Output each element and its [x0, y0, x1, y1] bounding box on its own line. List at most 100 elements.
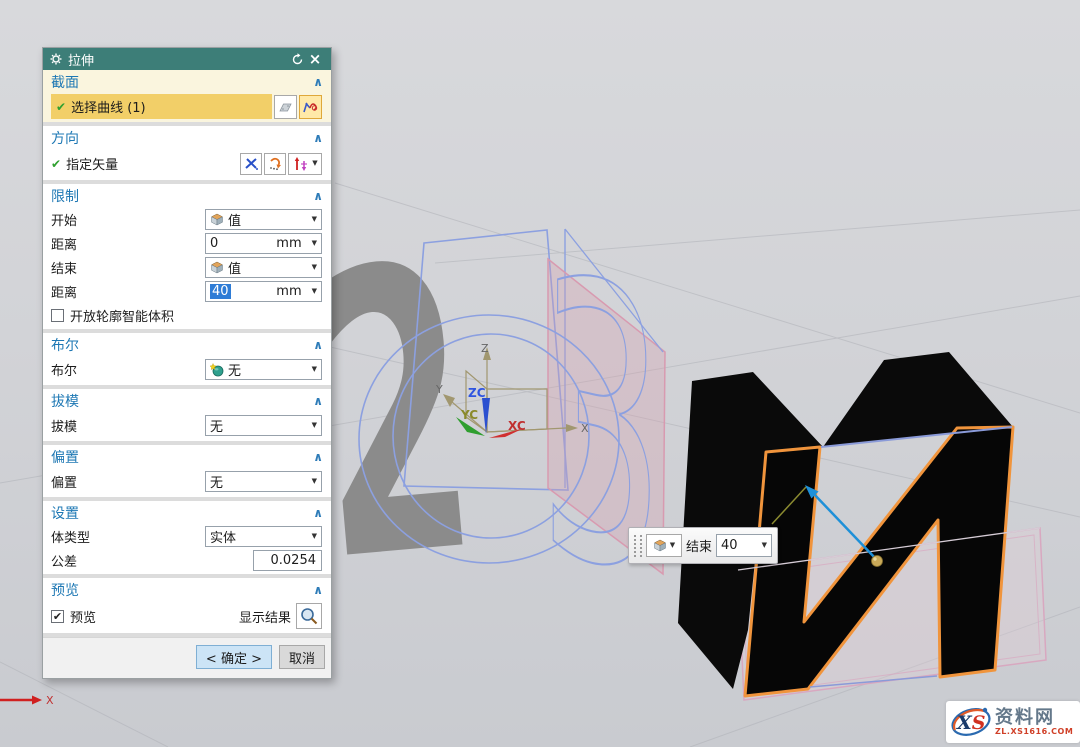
body-type-dropdown[interactable]: 实体 ▼ [205, 526, 322, 547]
start-distance-input[interactable]: 0 mm ▼ [205, 233, 322, 254]
draft-row: 拔模 无 ▼ [43, 412, 331, 439]
sketch-section-button[interactable] [299, 95, 322, 119]
view-triad-x-label: X [46, 694, 54, 707]
select-curve-field[interactable]: ✔ 选择曲线 (1) [51, 94, 272, 119]
extrude-dialog: 拉伸 × 截面 ∧ ✔ 选择曲线 (1) 方向 ∧ [42, 47, 332, 679]
end-distance-input[interactable]: 40 mm ▼ [205, 281, 322, 302]
view-triad-x-arrowhead [32, 696, 42, 705]
body-type-value: 实体 [210, 527, 312, 546]
group-limits-header[interactable]: 限制 ∧ [43, 184, 331, 207]
dropdown-caret-icon: ▼ [670, 542, 675, 549]
toolbar-drag-handle[interactable] [634, 535, 642, 557]
group-boolean-header[interactable]: 布尔 ∧ [43, 333, 331, 356]
dialog-titlebar[interactable]: 拉伸 × [43, 48, 331, 70]
end-limit-input[interactable]: 40 ▼ [716, 534, 772, 557]
open-profile-label: 开放轮廓智能体积 [70, 306, 174, 325]
end-distance-row: 距离 40 mm ▼ [43, 279, 331, 303]
ok-button[interactable]: < 确定 > [196, 645, 272, 669]
chevron-up-icon[interactable]: ∧ [313, 76, 323, 88]
group-settings: 设置 ∧ 体类型 实体 ▼ 公差 0.0254 [43, 501, 331, 574]
dropdown-caret-icon: ▼ [312, 216, 317, 223]
draft-value: 无 [210, 416, 312, 435]
dropdown-caret-icon: ▼ [312, 366, 317, 373]
reverse-direction-button[interactable] [264, 153, 286, 175]
gear-icon [50, 53, 62, 65]
show-result-label: 显示结果 [239, 607, 291, 626]
close-button[interactable]: × [306, 50, 324, 68]
boolean-value: 无 [228, 360, 312, 379]
group-settings-header[interactable]: 设置 ∧ [43, 501, 331, 524]
group-offset: 偏置 ∧ 偏置 无 ▼ [43, 445, 331, 497]
chevron-up-icon[interactable]: ∧ [313, 132, 323, 144]
chevron-up-icon[interactable]: ∧ [313, 190, 323, 202]
offset-dropdown[interactable]: 无 ▼ [205, 471, 322, 492]
drag-handle-ball-highlight [873, 557, 876, 560]
dropdown-caret-icon: ▼ [312, 160, 317, 167]
group-draft-title: 拔模 [51, 391, 313, 411]
cancel-button[interactable]: 取消 [279, 645, 325, 669]
group-preview: 预览 ∧ ✔ 预览 显示结果 [43, 578, 331, 633]
crossing-axes-icon [244, 156, 259, 171]
watermark-logo: XS [949, 703, 993, 741]
drag-handle-ball[interactable] [872, 556, 883, 567]
group-section-header[interactable]: 截面 ∧ [43, 70, 331, 93]
end-distance-value[interactable]: 40 [210, 284, 231, 299]
group-section: 截面 ∧ ✔ 选择曲线 (1) [43, 70, 331, 122]
open-profile-checkbox[interactable] [51, 309, 64, 322]
end-value: 值 [228, 258, 312, 277]
end-label: 结束 [51, 258, 205, 277]
start-value: 值 [228, 210, 312, 229]
tolerance-input[interactable]: 0.0254 [253, 550, 322, 571]
preview-label: 预览 [70, 607, 239, 626]
specify-vector-row: ✔ 指定矢量 ▼ [43, 149, 331, 178]
end-dropdown[interactable]: 值 ▼ [205, 257, 322, 278]
checkbox-check-icon: ✔ [53, 610, 62, 623]
reverse-arrow-icon [268, 156, 283, 171]
open-profile-row: 开放轮廓智能体积 [43, 303, 331, 327]
group-preview-header[interactable]: 预览 ∧ [43, 578, 331, 601]
start-dropdown[interactable]: 值 ▼ [205, 209, 322, 230]
end-limit-value: 40 [721, 538, 762, 553]
axis-label-x: X [581, 422, 589, 435]
group-direction-header[interactable]: 方向 ∧ [43, 126, 331, 149]
vector-dialog-button[interactable]: ▼ [288, 153, 322, 175]
offset-row: 偏置 无 ▼ [43, 468, 331, 495]
cube-icon [210, 261, 224, 274]
chevron-up-icon[interactable]: ∧ [313, 507, 323, 519]
select-face-button[interactable] [274, 95, 297, 119]
body-type-row: 体类型 实体 ▼ [43, 524, 331, 548]
dropdown-caret-icon: ▼ [312, 422, 317, 429]
group-direction-title: 方向 [51, 128, 313, 148]
end-distance-unit[interactable]: mm [276, 284, 301, 299]
start-distance-label: 距离 [51, 234, 205, 253]
dropdown-caret-icon: ▼ [312, 240, 317, 247]
specify-vector-label: 指定矢量 [66, 154, 238, 173]
reset-icon [291, 53, 304, 66]
show-result-button[interactable] [296, 603, 322, 629]
inferred-vector-button[interactable] [240, 153, 262, 175]
dropdown-caret-icon: ▼ [312, 288, 317, 295]
chevron-up-icon[interactable]: ∧ [313, 339, 323, 351]
start-distance-unit[interactable]: mm [276, 236, 301, 251]
end-limit-option-button[interactable]: ▼ [646, 534, 682, 557]
chevron-up-icon[interactable]: ∧ [313, 584, 323, 596]
end-row: 结束 值 ▼ [43, 255, 331, 279]
end-distance-label: 距离 [51, 282, 205, 301]
watermark-logo-s: S [972, 712, 986, 734]
boolean-dropdown[interactable]: 无 ▼ [205, 359, 322, 380]
direction-vector-arrow[interactable] [812, 492, 876, 559]
draft-dropdown[interactable]: 无 ▼ [205, 415, 322, 436]
reset-button[interactable] [288, 53, 306, 66]
chevron-up-icon[interactable]: ∧ [313, 395, 323, 407]
preview-checkbox[interactable]: ✔ [51, 610, 64, 623]
sketch-glyph-3: 3 [538, 194, 665, 665]
group-boolean: 布尔 ∧ 布尔 无 ▼ [43, 333, 331, 385]
chevron-up-icon[interactable]: ∧ [313, 451, 323, 463]
start-label: 开始 [51, 210, 205, 229]
check-icon: ✔ [56, 100, 66, 114]
group-offset-header[interactable]: 偏置 ∧ [43, 445, 331, 468]
watermark-site-name: 资料网 [995, 708, 1073, 728]
group-draft-header[interactable]: 拔模 ∧ [43, 389, 331, 412]
tolerance-value: 0.0254 [271, 553, 317, 568]
group-direction: 方向 ∧ ✔ 指定矢量 ▼ [43, 126, 331, 180]
